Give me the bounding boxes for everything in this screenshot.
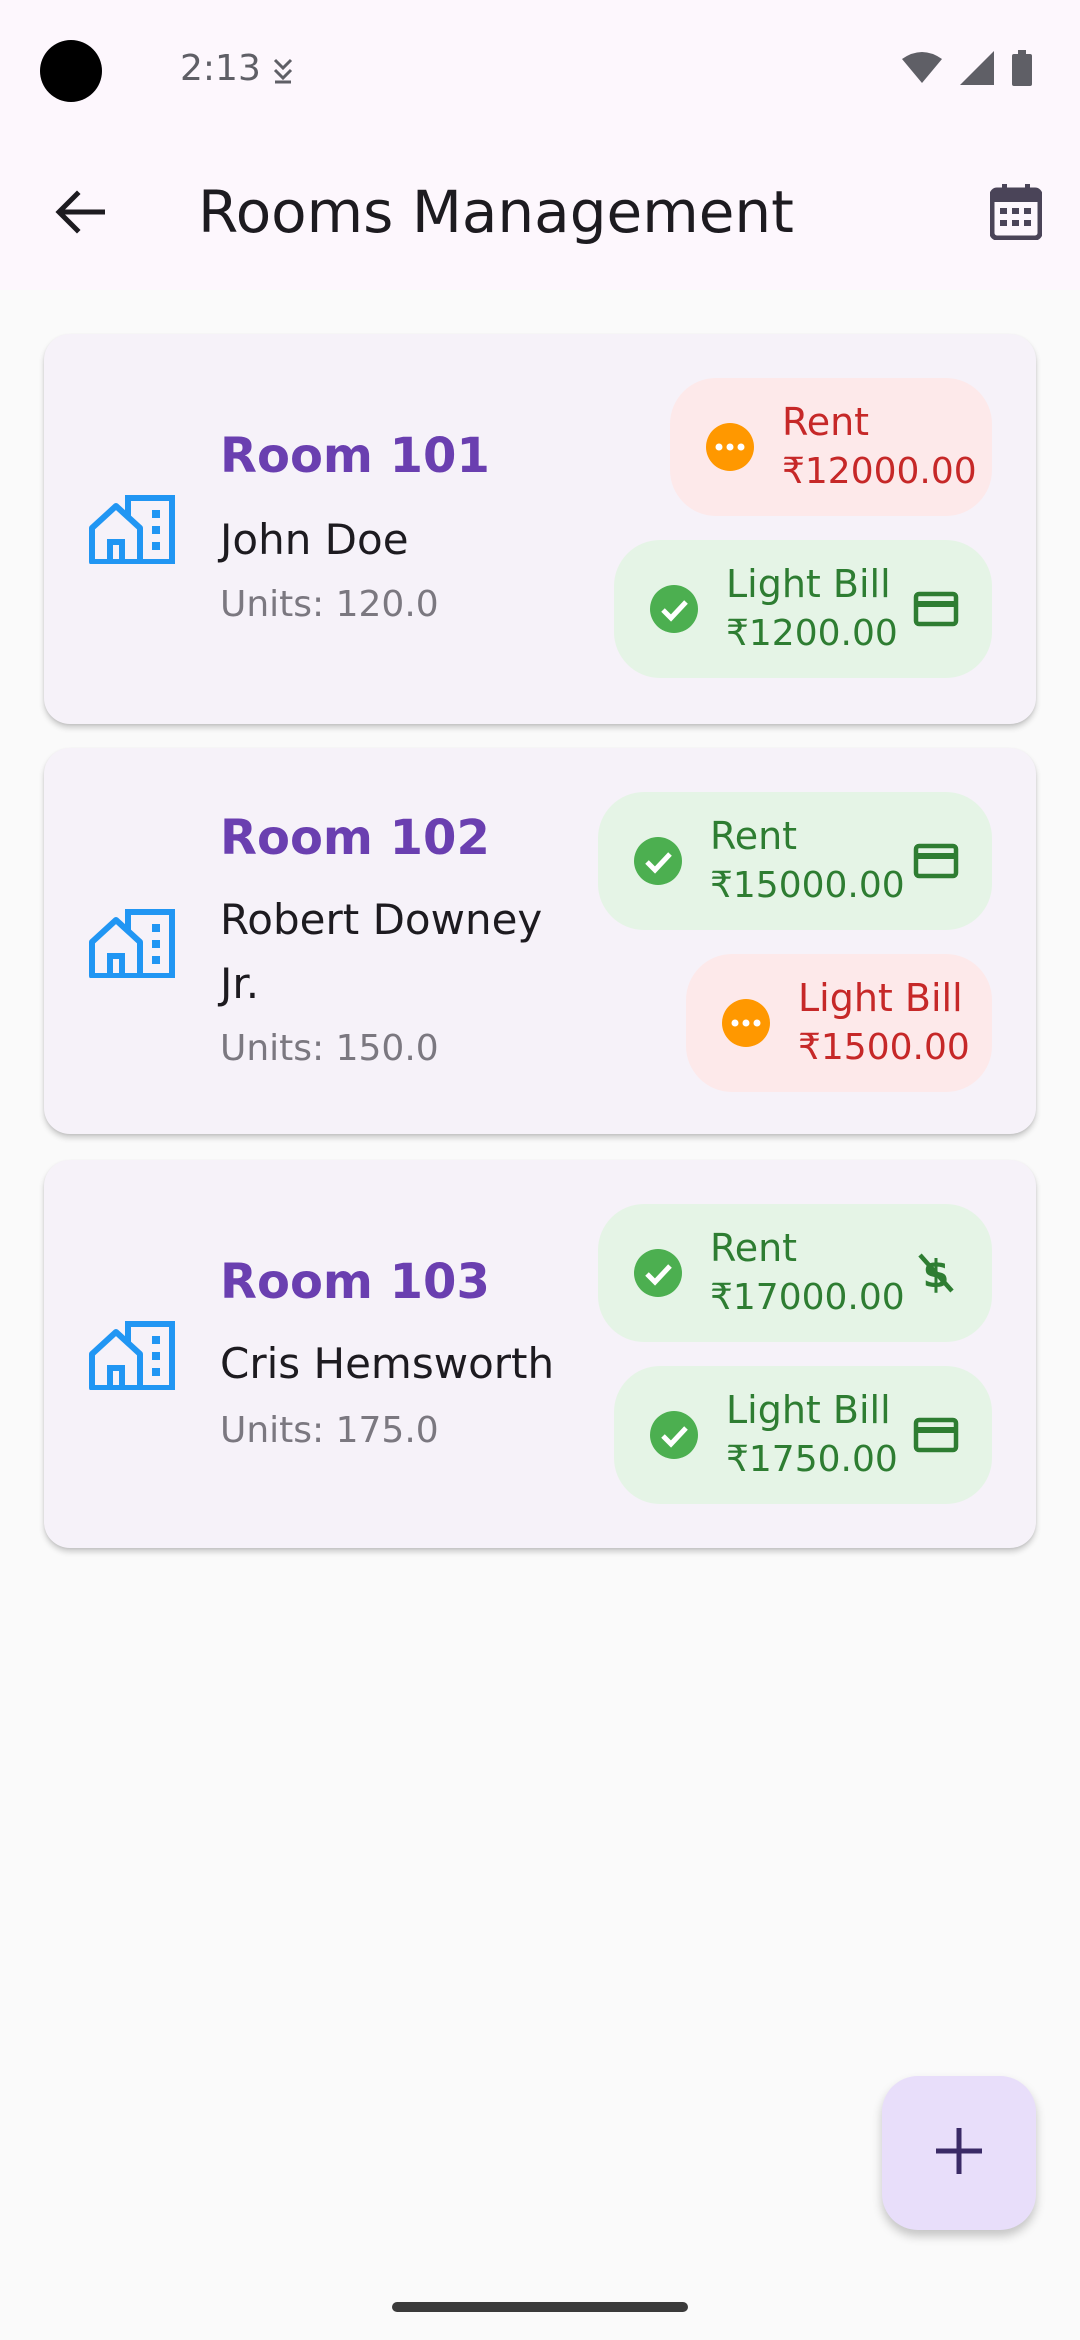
building-icon [88, 908, 176, 988]
page-title: Rooms Management [198, 178, 794, 246]
bill-amount: ₹12000.00 [782, 451, 977, 492]
credit-card-icon[interactable] [912, 1411, 960, 1459]
bill-label: Rent [782, 400, 870, 444]
bill-label: Light Bill [726, 562, 891, 606]
light-bill-chip[interactable]: Light Bill ₹1200.00 [614, 540, 992, 678]
room-card[interactable]: Room 102 Robert Downey Jr. Units: 150.0 … [44, 748, 1036, 1134]
bill-amount: ₹1500.00 [798, 1027, 970, 1068]
bill-amount: ₹1200.00 [726, 613, 898, 654]
bill-amount: ₹1750.00 [726, 1439, 898, 1480]
rent-bill-chip[interactable]: Rent ₹12000.00 [670, 378, 992, 516]
rent-bill-chip[interactable]: Rent ₹17000.00 $ [598, 1204, 992, 1342]
units-value: Units: 150.0 [220, 1028, 439, 1069]
home-indicator[interactable] [392, 2302, 688, 2312]
tenant-name: Cris Hemsworth [220, 1339, 555, 1388]
money-off-icon[interactable]: $ [912, 1249, 960, 1297]
check-circle-icon [634, 837, 682, 885]
pending-icon [706, 423, 754, 471]
room-card[interactable]: Room 101 John Doe Units: 120.0 Rent ₹120… [44, 334, 1036, 724]
app-bar: Rooms Management [0, 140, 1080, 290]
status-bar: 2:13 [0, 0, 1080, 140]
battery-icon [1012, 50, 1032, 90]
wifi-icon [902, 51, 942, 89]
signal-icon [960, 51, 994, 89]
building-icon [88, 1320, 176, 1400]
calendar-button[interactable] [984, 182, 1048, 246]
bill-amount: ₹17000.00 [710, 1277, 905, 1318]
room-name: Room 101 [220, 428, 490, 484]
light-bill-chip[interactable]: Light Bill ₹1750.00 [614, 1366, 992, 1504]
check-circle-icon [650, 1411, 698, 1459]
add-room-button[interactable] [882, 2076, 1036, 2230]
credit-card-icon[interactable] [912, 837, 960, 885]
check-circle-icon [650, 585, 698, 633]
back-button[interactable] [48, 182, 112, 246]
units-value: Units: 175.0 [220, 1410, 439, 1451]
rent-bill-chip[interactable]: Rent ₹15000.00 [598, 792, 992, 930]
pending-icon [722, 999, 770, 1047]
light-bill-chip[interactable]: Light Bill ₹1500.00 [686, 954, 992, 1092]
tenant-name: John Doe [220, 515, 409, 564]
camera-cutout [40, 40, 102, 102]
arrow-back-icon [55, 190, 106, 238]
calendar-icon [989, 184, 1043, 244]
building-icon [88, 494, 176, 574]
bill-label: Rent [710, 1226, 798, 1270]
credit-card-icon[interactable] [912, 585, 960, 633]
status-icons [902, 50, 1032, 90]
check-circle-icon [634, 1249, 682, 1297]
room-name: Room 103 [220, 1254, 490, 1310]
bill-amount: ₹15000.00 [710, 865, 905, 906]
bill-label: Light Bill [726, 1388, 891, 1432]
status-time: 2:13 [180, 48, 261, 89]
units-value: Units: 120.0 [220, 584, 439, 625]
download-icon [270, 56, 296, 90]
room-name: Room 102 [220, 810, 490, 866]
room-card[interactable]: Room 103 Cris Hemsworth Units: 175.0 Ren… [44, 1160, 1036, 1548]
bill-label: Rent [710, 814, 798, 858]
plus-icon [934, 2126, 984, 2180]
tenant-name: Robert Downey Jr. [220, 895, 543, 1008]
bill-label: Light Bill [798, 976, 963, 1020]
